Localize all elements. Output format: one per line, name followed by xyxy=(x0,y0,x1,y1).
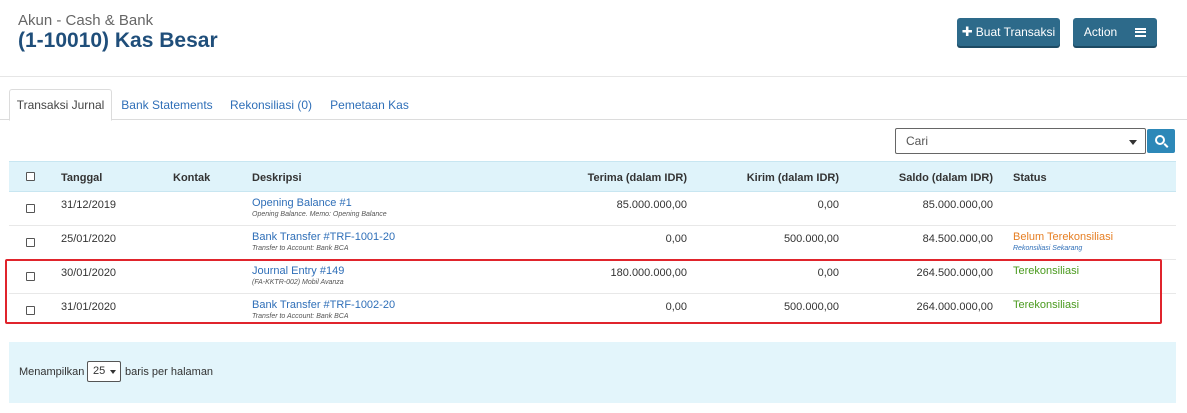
search-select[interactable]: Cari xyxy=(895,128,1146,154)
transactions-table: Tanggal Kontak Deskripsi Terima (dalam I… xyxy=(9,161,1176,328)
row-description-link[interactable]: Bank Transfer #TRF-1002-20 xyxy=(252,299,395,311)
row-status: Terekonsiliasi xyxy=(1013,265,1080,277)
row-send: 500.000,00 xyxy=(783,233,839,245)
row-checkbox[interactable] xyxy=(26,306,35,315)
page-title: (1-10010) Kas Besar xyxy=(18,29,218,52)
tab-bank-statements[interactable]: Bank Statements xyxy=(114,89,220,120)
column-header-contact[interactable]: Kontak xyxy=(173,172,210,184)
row-balance: 264.500.000,00 xyxy=(916,267,993,279)
row-date: 31/12/2019 xyxy=(61,199,117,211)
chevron-down-icon xyxy=(1129,140,1137,145)
tab-transaksi-jurnal[interactable]: Transaksi Jurnal xyxy=(9,89,112,121)
row-memo: Transfer to Account: Bank BCA xyxy=(252,245,349,252)
page-header: Akun - Cash & Bank (1-10010) Kas Besar ✚… xyxy=(0,0,1187,77)
column-header-description[interactable]: Deskripsi xyxy=(252,172,302,184)
per-page-select[interactable]: 25 xyxy=(87,361,121,382)
row-date: 25/01/2020 xyxy=(61,233,117,245)
search-placeholder: Cari xyxy=(906,134,929,148)
reconcile-now-link[interactable]: Rekonsiliasi Sekarang xyxy=(1013,245,1082,252)
tab-bar: Transaksi Jurnal Bank Statements Rekonsi… xyxy=(0,89,1187,121)
row-status: Belum Terekonsiliasi xyxy=(1013,231,1114,243)
table-row: 31/01/2020 Bank Transfer #TRF-1002-20 Tr… xyxy=(9,294,1176,328)
table-row: 30/01/2020 Journal Entry #149 (FA-KKTR-0… xyxy=(9,260,1176,294)
row-send: 500.000,00 xyxy=(783,301,839,313)
column-header-receive[interactable]: Terima (dalam IDR) xyxy=(588,172,687,184)
row-receive: 0,00 xyxy=(665,233,687,245)
row-send: 0,00 xyxy=(817,199,839,211)
row-description-link[interactable]: Journal Entry #149 xyxy=(252,265,344,277)
row-receive: 85.000.000,00 xyxy=(616,199,687,211)
column-header-status[interactable]: Status xyxy=(1013,172,1047,184)
row-memo: Opening Balance. Memo: Opening Balance xyxy=(252,211,387,218)
row-checkbox[interactable] xyxy=(26,238,35,247)
pagination-bar: Menampilkan 25 baris per halaman xyxy=(9,342,1176,403)
plus-icon: ✚ xyxy=(961,24,973,39)
table-header: Tanggal Kontak Deskripsi Terima (dalam I… xyxy=(9,161,1176,192)
row-send: 0,00 xyxy=(817,267,839,279)
row-balance: 85.000.000,00 xyxy=(922,199,993,211)
row-checkbox[interactable] xyxy=(26,272,35,281)
row-balance: 264.000.000,00 xyxy=(916,301,993,313)
row-date: 31/01/2020 xyxy=(61,301,117,313)
action-button[interactable]: Action xyxy=(1073,18,1157,46)
tab-pemetaan-kas[interactable]: Pemetaan Kas xyxy=(322,89,417,120)
search-button[interactable] xyxy=(1147,129,1175,153)
search-icon xyxy=(1155,135,1165,145)
chevron-down-icon xyxy=(110,370,116,374)
select-all-checkbox[interactable] xyxy=(26,172,35,181)
page-subtitle: Akun - Cash & Bank xyxy=(18,12,154,29)
action-label: Action xyxy=(1083,25,1118,39)
row-date: 30/01/2020 xyxy=(61,267,117,279)
column-header-balance[interactable]: Saldo (dalam IDR) xyxy=(899,172,993,184)
menu-icon xyxy=(1135,27,1147,37)
row-receive: 0,00 xyxy=(665,301,687,313)
create-transaction-label: Buat Transaksi xyxy=(975,25,1056,39)
column-header-date[interactable]: Tanggal xyxy=(61,172,102,184)
row-description-link[interactable]: Bank Transfer #TRF-1001-20 xyxy=(252,231,395,243)
row-memo: (FA-KKTR-002) Mobil Avanza xyxy=(252,279,344,286)
row-memo: Transfer to Account: Bank BCA xyxy=(252,313,349,320)
column-header-send[interactable]: Kirim (dalam IDR) xyxy=(747,172,839,184)
row-status: Terekonsiliasi xyxy=(1013,299,1080,311)
tab-rekonsiliasi[interactable]: Rekonsiliasi (0) xyxy=(222,89,320,120)
pagination-label-before: Menampilkan xyxy=(19,366,85,378)
row-checkbox[interactable] xyxy=(26,204,35,213)
create-transaction-button[interactable]: ✚ Buat Transaksi xyxy=(957,18,1060,46)
row-receive: 180.000.000,00 xyxy=(610,267,687,279)
table-row: 31/12/2019 Opening Balance #1 Opening Ba… xyxy=(9,192,1176,226)
pagination-label-after: baris per halaman xyxy=(125,366,214,378)
row-balance: 84.500.000,00 xyxy=(922,233,993,245)
row-description-link[interactable]: Opening Balance #1 xyxy=(252,197,352,209)
per-page-value: 25 xyxy=(93,365,106,377)
table-row: 25/01/2020 Bank Transfer #TRF-1001-20 Tr… xyxy=(9,226,1176,260)
